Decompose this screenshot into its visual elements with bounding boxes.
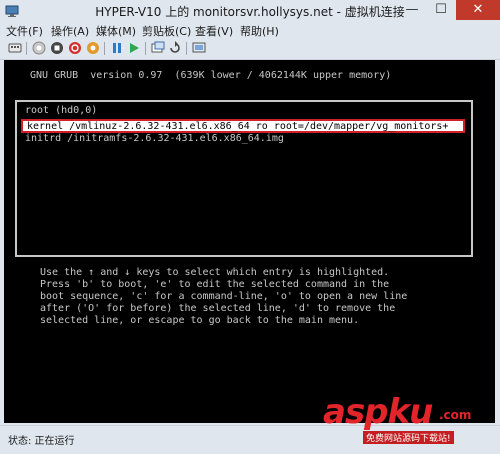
maximize-button[interactable]: ☐	[427, 0, 455, 20]
toolbar-separator	[26, 42, 27, 55]
grub-instruction-line: selected line, or escape to go back to t…	[40, 315, 360, 326]
grub-instruction-line: after ('O' for before) the selected line…	[40, 303, 396, 314]
menu-bar: 文件(F) 操作(A) 媒体(M) 剪贴板(C) 查看(V) 帮助(H)	[0, 22, 500, 39]
grub-instruction-line: Press 'b' to boot, 'e' to edit the selec…	[40, 279, 390, 290]
toolbar	[0, 39, 500, 60]
resume-icon[interactable]	[127, 41, 141, 55]
ctrl-alt-del-icon[interactable]	[8, 41, 22, 55]
grub-header: GNU GRUB version 0.97 (639K lower / 4062…	[30, 70, 392, 81]
toolbar-separator	[104, 42, 105, 55]
menu-view[interactable]: 查看(V)	[195, 23, 233, 39]
watermark-caption: 免费网站源码下载站!	[363, 431, 454, 444]
save-icon[interactable]	[86, 41, 100, 55]
minimize-button[interactable]: —	[398, 0, 426, 20]
menu-media[interactable]: 媒体(M)	[96, 23, 136, 39]
watermark-logo: aspku .com 免费网站源码下载站!	[323, 392, 498, 447]
checkpoint-icon[interactable]	[151, 41, 165, 55]
revert-icon[interactable]	[168, 41, 182, 55]
watermark-main: aspku	[323, 392, 433, 432]
menu-help[interactable]: 帮助(H)	[240, 23, 279, 39]
shutdown-icon[interactable]	[68, 41, 82, 55]
grub-instruction-line: Use the ↑ and ↓ keys to select which ent…	[40, 267, 390, 278]
grub-instruction-line: boot sequence, 'c' for a command-line, '…	[40, 291, 408, 302]
vm-console[interactable]: GNU GRUB version 0.97 (639K lower / 4062…	[4, 60, 495, 423]
pause-icon[interactable]	[110, 41, 124, 55]
close-button[interactable]: ✕	[456, 0, 500, 20]
grub-entry-root[interactable]: root (hd0,0)	[25, 105, 97, 116]
grub-entry-kernel: kernel /vmlinuz-2.6.32-431.el6.x86_64 ro…	[27, 121, 449, 132]
menu-clipboard[interactable]: 剪贴板(C)	[142, 23, 191, 39]
start-icon[interactable]	[32, 41, 46, 55]
menu-action[interactable]: 操作(A)	[51, 23, 89, 39]
grub-entry-list: root (hd0,0) kernel /vmlinuz-2.6.32-431.…	[15, 100, 473, 257]
watermark-domain: .com	[439, 408, 472, 422]
toolbar-separator	[186, 42, 187, 55]
enhanced-session-icon[interactable]	[192, 41, 206, 55]
status-text: 状态: 正在运行	[8, 436, 75, 447]
grub-entry-initrd[interactable]: initrd /initramfs-2.6.32-431.el6.x86_64.…	[25, 133, 284, 144]
title-bar: HYPER-V10 上的 monitorsvr.hollysys.net - 虚…	[0, 0, 500, 22]
menu-file[interactable]: 文件(F)	[6, 23, 43, 39]
stop-icon[interactable]	[50, 41, 64, 55]
toolbar-separator	[145, 42, 146, 55]
grub-entry-kernel-selected[interactable]: kernel /vmlinuz-2.6.32-431.el6.x86_64 ro…	[21, 119, 465, 133]
